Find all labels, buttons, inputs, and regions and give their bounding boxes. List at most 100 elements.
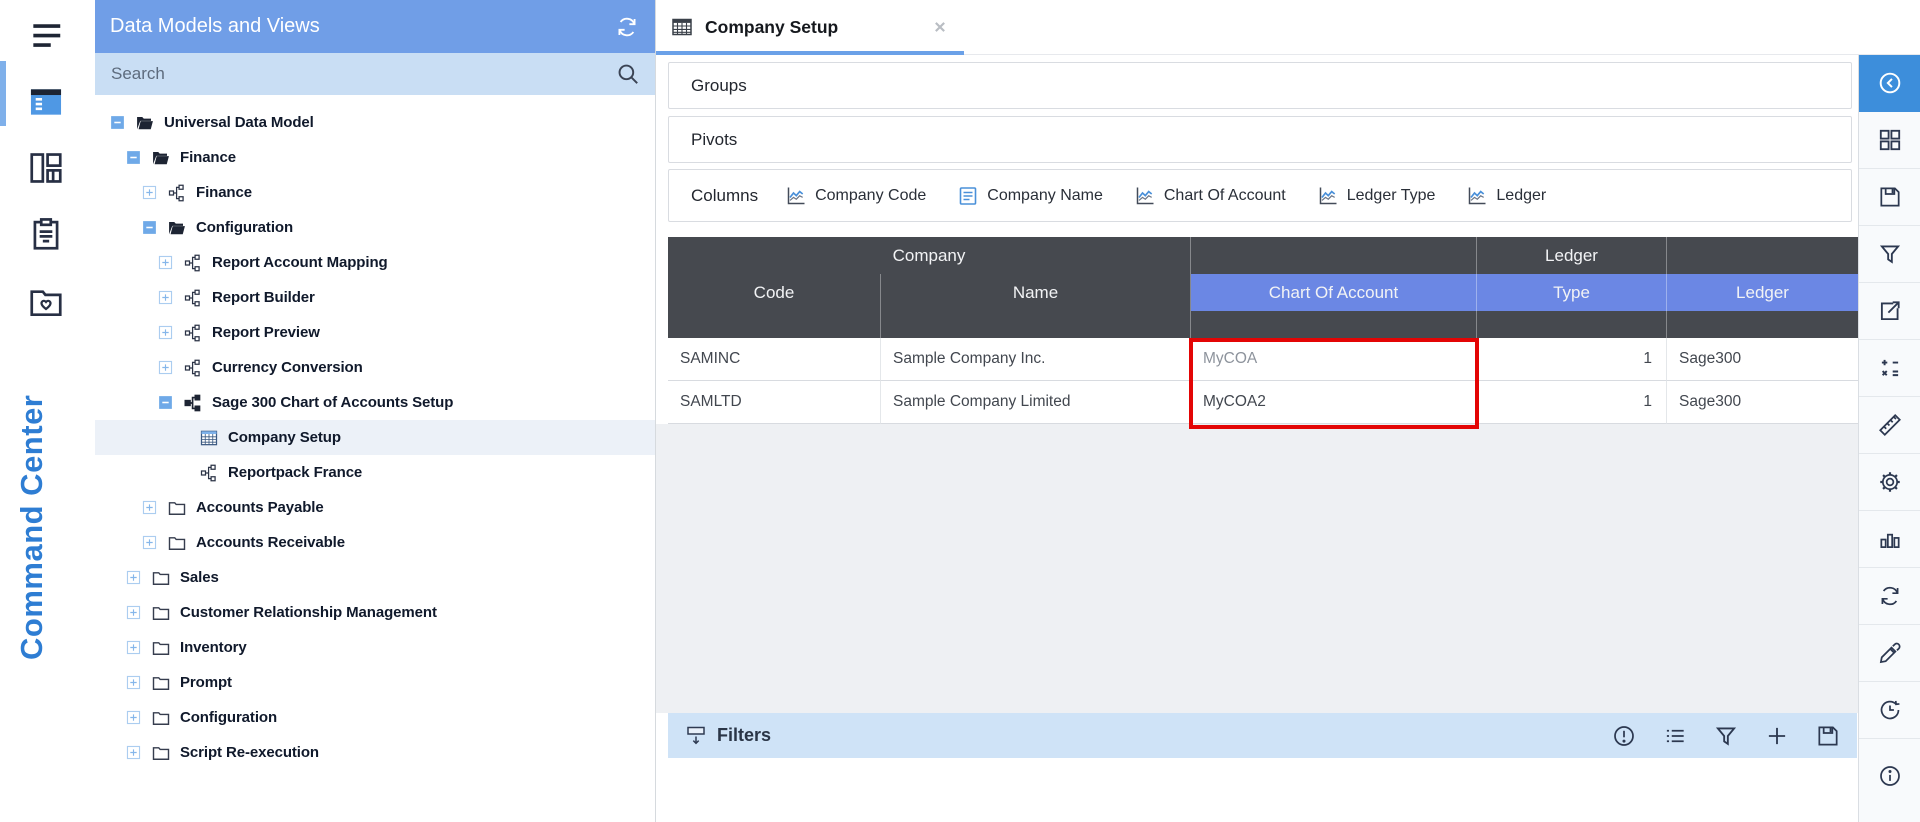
alert-circle-icon[interactable]	[1611, 723, 1637, 749]
search-input[interactable]	[109, 63, 615, 85]
search-bar[interactable]	[95, 53, 655, 95]
tree-item[interactable]: Finance	[95, 140, 655, 175]
data-models-icon	[27, 83, 65, 121]
tree-item[interactable]: Customer Relationship Management	[95, 595, 655, 630]
expand-toggle-icon[interactable]	[157, 289, 174, 306]
charts-button[interactable]	[1859, 511, 1920, 568]
collapse-toggle-icon[interactable]	[125, 149, 142, 166]
tree-item[interactable]: Sales	[95, 560, 655, 595]
tree-item[interactable]: Reportpack France	[95, 455, 655, 490]
column-header-cell[interactable]: Name	[881, 274, 1191, 311]
collapse-panel-button[interactable]	[1859, 55, 1920, 112]
expand-toggle-icon[interactable]	[125, 674, 142, 691]
filter-icon	[1877, 241, 1903, 267]
table-row: SAMLTDSample Company LimitedMyCOA21Sage3…	[668, 381, 1859, 424]
tree-item[interactable]: Inventory	[95, 630, 655, 665]
search-icon[interactable]	[615, 61, 641, 87]
tree-item[interactable]: Sage 300 Chart of Accounts Setup	[95, 385, 655, 420]
columns-drop-zone[interactable]: Columns Company CodeCompany NameChart Of…	[668, 169, 1852, 222]
tree-item-label: Configuration	[180, 709, 277, 726]
column-field-chip[interactable]: Ledger Type	[1316, 184, 1436, 208]
cell-name[interactable]: Sample Company Inc.	[881, 338, 1191, 381]
expand-toggle-icon[interactable]	[125, 744, 142, 761]
tree-item[interactable]: Finance	[95, 175, 655, 210]
history-button[interactable]	[1859, 682, 1920, 739]
calculator-button[interactable]	[1859, 340, 1920, 397]
tree-item[interactable]: Configuration	[95, 210, 655, 245]
tree-item[interactable]: Configuration	[95, 700, 655, 735]
cell-ledger[interactable]: Sage300	[1667, 381, 1859, 424]
folder-icon	[151, 568, 171, 588]
column-field-chip[interactable]: Company Name	[956, 184, 1103, 208]
list-icon[interactable]	[1662, 723, 1688, 749]
tab-company-setup[interactable]: Company Setup	[656, 0, 964, 54]
tab-strip: Company Setup	[656, 0, 1920, 55]
settings-button[interactable]	[1859, 454, 1920, 511]
cell-chart-of-account[interactable]: MyCOA2	[1191, 381, 1477, 424]
expand-toggle-icon[interactable]	[141, 499, 158, 516]
column-header-cell[interactable]: Ledger	[1667, 274, 1859, 311]
header-spacer-cell	[1477, 311, 1667, 338]
filter-icon[interactable]	[1713, 723, 1739, 749]
expand-toggle-icon[interactable]	[157, 359, 174, 376]
expand-toggle-icon[interactable]	[125, 639, 142, 656]
tree-item[interactable]: Script Re-execution	[95, 735, 655, 770]
refresh-button[interactable]	[1859, 568, 1920, 625]
bar-chart-icon	[1877, 526, 1903, 552]
expand-toggle-icon[interactable]	[125, 604, 142, 621]
cell-ledger[interactable]: Sage300	[1667, 338, 1859, 381]
column-header-cell[interactable]: Chart Of Account	[1191, 274, 1477, 311]
cell-chart-of-account[interactable]: MyCOA	[1191, 338, 1477, 381]
cell-ledger-type[interactable]: 1	[1477, 381, 1667, 424]
save-icon[interactable]	[1815, 723, 1841, 749]
filter-button[interactable]	[1859, 226, 1920, 283]
cell-ledger-type[interactable]: 1	[1477, 338, 1667, 381]
refresh-icon[interactable]	[614, 14, 640, 40]
measure-button[interactable]	[1859, 397, 1920, 454]
tree-item[interactable]: Prompt	[95, 665, 655, 700]
plus-icon[interactable]	[1764, 723, 1790, 749]
groups-drop-zone[interactable]: Groups	[668, 62, 1852, 109]
table-icon	[670, 15, 694, 39]
save-button[interactable]	[1859, 169, 1920, 226]
close-icon[interactable]	[930, 17, 950, 37]
collapse-toggle-icon[interactable]	[141, 219, 158, 236]
tree-item[interactable]: Report Preview	[95, 315, 655, 350]
cell-code[interactable]: SAMINC	[668, 338, 881, 381]
favorites-button[interactable]	[27, 283, 67, 323]
tree-item-label: Customer Relationship Management	[180, 604, 437, 621]
expand-toggle-icon[interactable]	[125, 709, 142, 726]
column-field-chip[interactable]: Chart Of Account	[1133, 184, 1286, 208]
pivots-drop-zone[interactable]: Pivots	[668, 116, 1852, 163]
column-header-cell[interactable]: Code	[668, 274, 881, 311]
cell-name[interactable]: Sample Company Limited	[881, 381, 1191, 424]
filters-bar[interactable]: Filters	[668, 713, 1857, 758]
tasks-button[interactable]	[27, 215, 67, 255]
expand-toggle-icon[interactable]	[141, 184, 158, 201]
expand-toggle-icon[interactable]	[157, 324, 174, 341]
collapse-toggle-icon[interactable]	[157, 394, 174, 411]
info-button[interactable]	[1859, 750, 1920, 802]
tree-item[interactable]: Universal Data Model	[95, 105, 655, 140]
filter-drop-icon	[684, 724, 708, 748]
menu-button[interactable]	[27, 15, 67, 55]
data-models-button[interactable]	[27, 83, 67, 123]
collapse-toggle-icon[interactable]	[109, 114, 126, 131]
tree-item[interactable]: Accounts Payable	[95, 490, 655, 525]
views-button[interactable]	[1859, 112, 1920, 169]
tree-item[interactable]: Accounts Receivable	[95, 525, 655, 560]
expand-toggle-icon[interactable]	[141, 534, 158, 551]
tree-item[interactable]: Report Builder	[95, 280, 655, 315]
column-field-chip[interactable]: Company Code	[784, 184, 926, 208]
export-button[interactable]	[1859, 283, 1920, 340]
tree-item[interactable]: Currency Conversion	[95, 350, 655, 385]
cell-code[interactable]: SAMLTD	[668, 381, 881, 424]
tree-item[interactable]: Report Account Mapping	[95, 245, 655, 280]
column-field-chip[interactable]: Ledger	[1465, 184, 1546, 208]
layouts-button[interactable]	[27, 149, 67, 189]
tree-item[interactable]: Company Setup	[95, 420, 655, 455]
expand-toggle-icon[interactable]	[157, 254, 174, 271]
column-header-cell[interactable]: Type	[1477, 274, 1667, 311]
expand-toggle-icon[interactable]	[125, 569, 142, 586]
picker-button[interactable]	[1859, 625, 1920, 682]
